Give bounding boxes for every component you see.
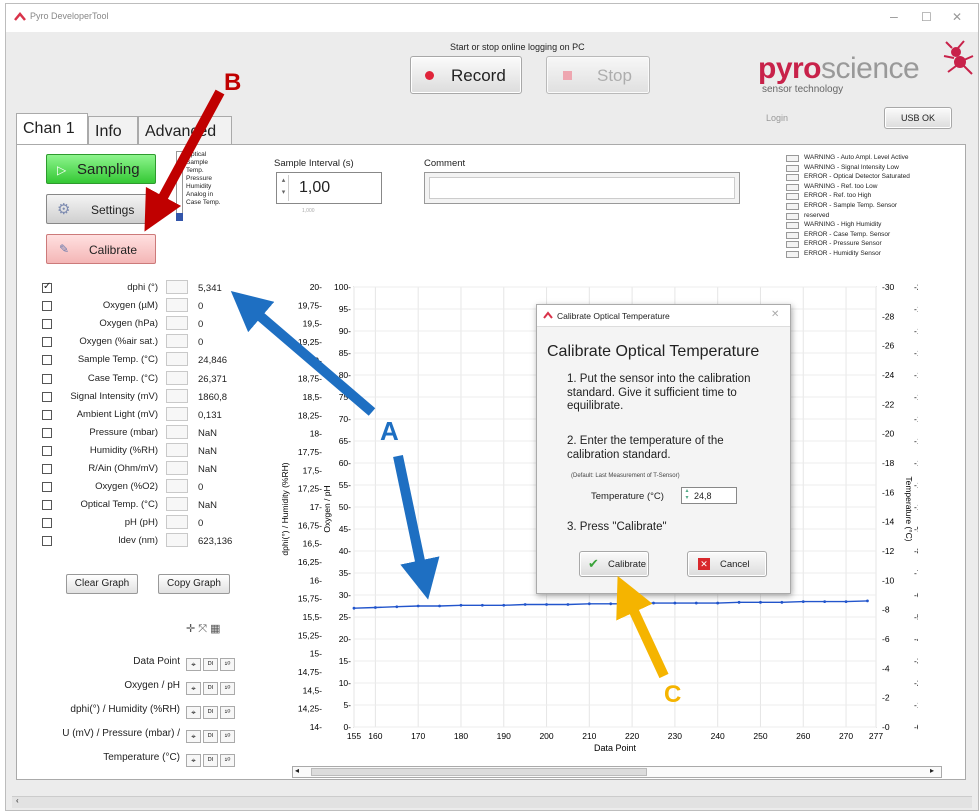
annotation-b: B	[224, 69, 241, 96]
annotation-overlay: A B C	[144, 69, 681, 708]
annotation-a: A	[380, 416, 399, 446]
arrow-b	[144, 89, 225, 232]
annotation-c: C	[664, 681, 681, 708]
arrow-a-upper	[230, 290, 376, 416]
arrow-c	[616, 575, 669, 679]
arrow-a-lower	[393, 454, 440, 600]
